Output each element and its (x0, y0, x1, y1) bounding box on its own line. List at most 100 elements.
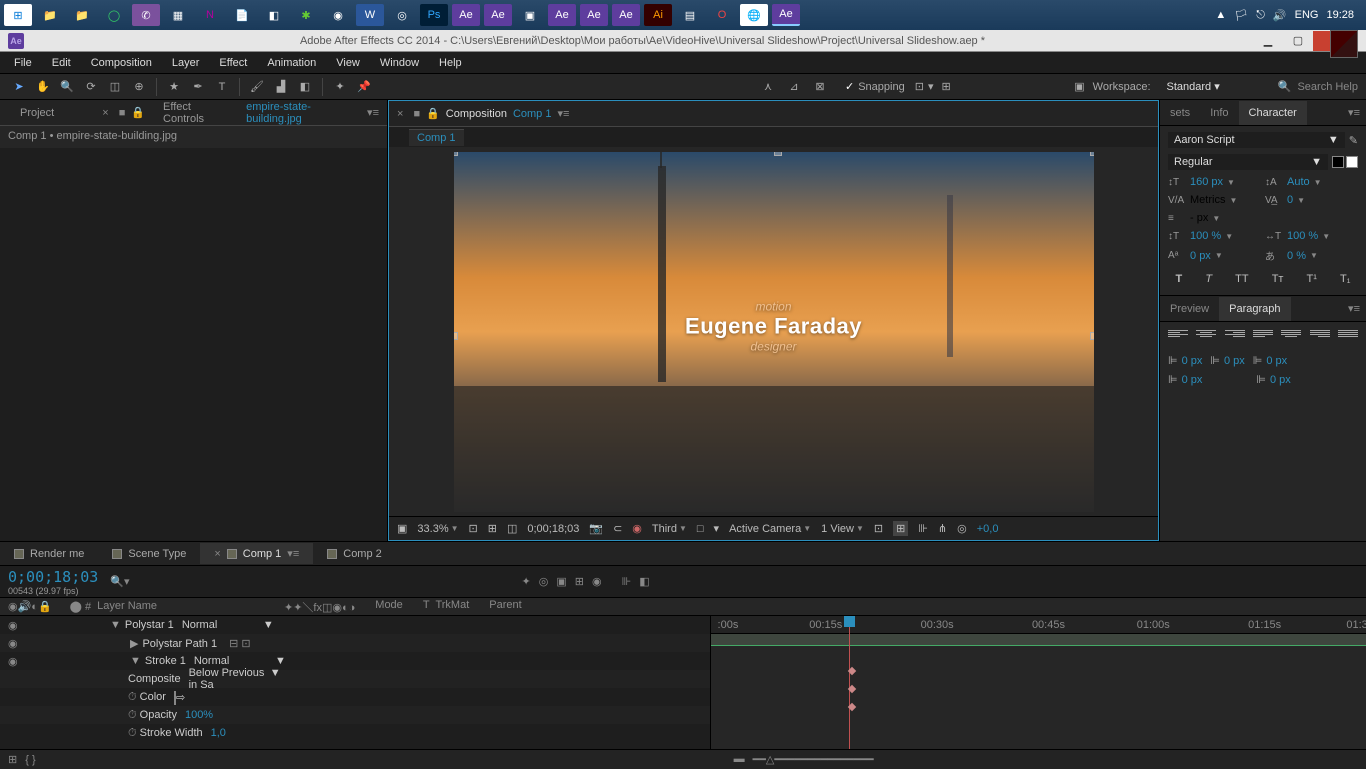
info-tab[interactable]: Info (1200, 101, 1238, 125)
composition-name[interactable]: Comp 1 (513, 108, 552, 120)
menu-composition[interactable]: Composition (81, 53, 162, 73)
viewer-icon[interactable]: ⊪ (918, 522, 928, 535)
fill-stroke-swatch[interactable] (1330, 30, 1358, 58)
justify-right-button[interactable] (1310, 330, 1330, 346)
stopwatch-icon[interactable]: ⏱ (128, 709, 137, 721)
viewer-icon[interactable]: ⊞ (893, 521, 908, 536)
search-input[interactable]: Search Help (1297, 81, 1358, 93)
viewer-icon[interactable]: ⊞ (488, 522, 497, 535)
brush-tool[interactable]: 🖌 (246, 77, 268, 97)
tab-lock-icon[interactable]: 🔒 (131, 106, 145, 119)
color-value[interactable]: ⇨ (174, 691, 185, 704)
playhead[interactable] (849, 616, 850, 749)
stroke-value[interactable]: - px (1190, 212, 1208, 224)
faux-italic-button[interactable]: T (1205, 273, 1212, 285)
puppet-tool[interactable]: 📌 (353, 77, 375, 97)
tracking-value[interactable]: 0 (1287, 194, 1293, 206)
justify-all-button[interactable] (1338, 330, 1358, 346)
snapping-toggle[interactable]: ✓Snapping ⊡▾⊞ (845, 80, 951, 93)
tab-lock-icon[interactable]: 🔒 (426, 107, 440, 120)
hand-tool[interactable]: ✋ (32, 77, 54, 97)
taskbar-app[interactable]: O (708, 4, 736, 26)
align-center-button[interactable] (1196, 330, 1216, 346)
stopwatch-icon[interactable]: ⏱ (128, 727, 137, 739)
twirl-icon[interactable]: ▼ (110, 619, 121, 631)
camera-tool[interactable]: ◫ (104, 77, 126, 97)
axis-icon[interactable]: ⊠ (809, 77, 831, 97)
superscript-button[interactable]: T¹ (1307, 273, 1317, 285)
faux-bold-button[interactable]: T (1176, 273, 1183, 285)
col-parent[interactable]: Parent (489, 599, 521, 615)
pen-tool[interactable]: ✒ (187, 77, 209, 97)
viewer-icon[interactable]: ⊡ (469, 522, 478, 535)
timeline-tab-comp1[interactable]: ×Comp 1▾≡ (200, 543, 313, 564)
viewer-icon[interactable]: ▾ (714, 522, 720, 535)
taskbar-app[interactable]: 📁 (36, 4, 64, 26)
composition-viewer[interactable]: motion Eugene Faraday designer (389, 147, 1158, 516)
minimize-button[interactable]: ▁ (1253, 31, 1283, 51)
viewer-icon[interactable]: □ (697, 523, 704, 535)
justify-center-button[interactable] (1281, 330, 1301, 346)
viewer-icon[interactable]: ⊡ (874, 522, 883, 535)
workspace-icon[interactable]: ▣ (1074, 80, 1084, 93)
menu-edit[interactable]: Edit (42, 53, 81, 73)
tray-clock[interactable]: 19:28 (1326, 9, 1354, 21)
hscale-value[interactable]: 100 % (1287, 230, 1318, 242)
align-right-button[interactable] (1225, 330, 1245, 346)
project-tab[interactable]: Project (8, 101, 66, 125)
taskbar-app[interactable]: Ae (484, 4, 512, 26)
viewer-timecode[interactable]: 0;00;18;03 (527, 523, 579, 535)
timeline-tab-comp2[interactable]: Comp 2 (313, 544, 396, 564)
character-tab[interactable]: Character (1239, 101, 1307, 125)
pan-behind-tool[interactable]: ⊕ (128, 77, 150, 97)
taskbar-app[interactable]: Ae (580, 4, 608, 26)
sets-tab[interactable]: sets (1160, 101, 1200, 125)
align-left-button[interactable] (1168, 330, 1188, 346)
axis-icon[interactable]: ⋏ (757, 77, 779, 97)
menu-help[interactable]: Help (429, 53, 472, 73)
composite-dropdown[interactable]: Below Previous in Sa▼ (189, 667, 289, 691)
panel-menu-icon[interactable]: ▾≡ (367, 106, 379, 119)
taskbar-app[interactable]: 📁 (68, 4, 96, 26)
twirl-icon[interactable]: ▶ (130, 638, 138, 650)
tray-icon[interactable]: 🏳 (1234, 9, 1248, 22)
twirl-icon[interactable]: ▼ (130, 655, 141, 667)
menu-layer[interactable]: Layer (162, 53, 210, 73)
eyedropper-icon[interactable]: ✎ (1349, 134, 1358, 147)
viewer-icon[interactable]: ◫ (507, 522, 517, 535)
color-boxes[interactable] (1332, 156, 1358, 168)
camera-dropdown[interactable]: Active Camera▼ (729, 523, 811, 535)
taskbar-app[interactable]: ◧ (260, 4, 288, 26)
axis-icon[interactable]: ⊿ (783, 77, 805, 97)
timeline-icon[interactable]: ⊪ (622, 575, 632, 588)
tray-icon[interactable]: ▲ (1215, 9, 1226, 21)
indent-left-value[interactable]: 0 px (1182, 355, 1203, 367)
zoom-dropdown[interactable]: 33.3%▼ (417, 523, 458, 535)
type-tool[interactable]: T (211, 77, 233, 97)
viewer-icon[interactable]: ⋔ (938, 522, 947, 535)
timeline-icon[interactable]: ◎ (539, 575, 549, 588)
composition-tab-label[interactable]: Composition (446, 108, 507, 120)
subscript-button[interactable]: T₁ (1340, 273, 1350, 285)
timeline-icon[interactable]: ◧ (639, 575, 649, 588)
search-icon[interactable]: 🔍▾ (110, 575, 129, 588)
col-mode[interactable]: Mode (375, 599, 403, 615)
col-trkmat[interactable]: T TrkMat (423, 599, 469, 615)
exposure-value[interactable]: +0,0 (977, 523, 999, 535)
tab-square-icon[interactable]: ■ (119, 107, 126, 119)
indent-right-value[interactable]: 0 px (1266, 355, 1287, 367)
stroke-width-value[interactable]: 1,0 (211, 727, 226, 739)
taskbar-app[interactable]: ▤ (676, 4, 704, 26)
tab-square-icon[interactable]: ■ (413, 108, 420, 120)
maximize-button[interactable]: ▢ (1283, 31, 1313, 51)
leading-value[interactable]: Auto (1287, 176, 1310, 188)
tsume-value[interactable]: 0 % (1287, 250, 1306, 262)
kerning-value[interactable]: Metrics (1190, 194, 1225, 206)
taskbar-app[interactable]: Ps (420, 4, 448, 26)
font-family-dropdown[interactable]: Aaron Script▼ (1168, 132, 1345, 148)
taskbar-app[interactable]: ◯ (100, 4, 128, 26)
selection-tool[interactable]: ➤ (8, 77, 30, 97)
visibility-toggle[interactable]: ◉ (8, 655, 22, 668)
toggle-switches-icon[interactable]: ⊞ (8, 753, 17, 766)
clone-tool[interactable]: ▟ (270, 77, 292, 97)
